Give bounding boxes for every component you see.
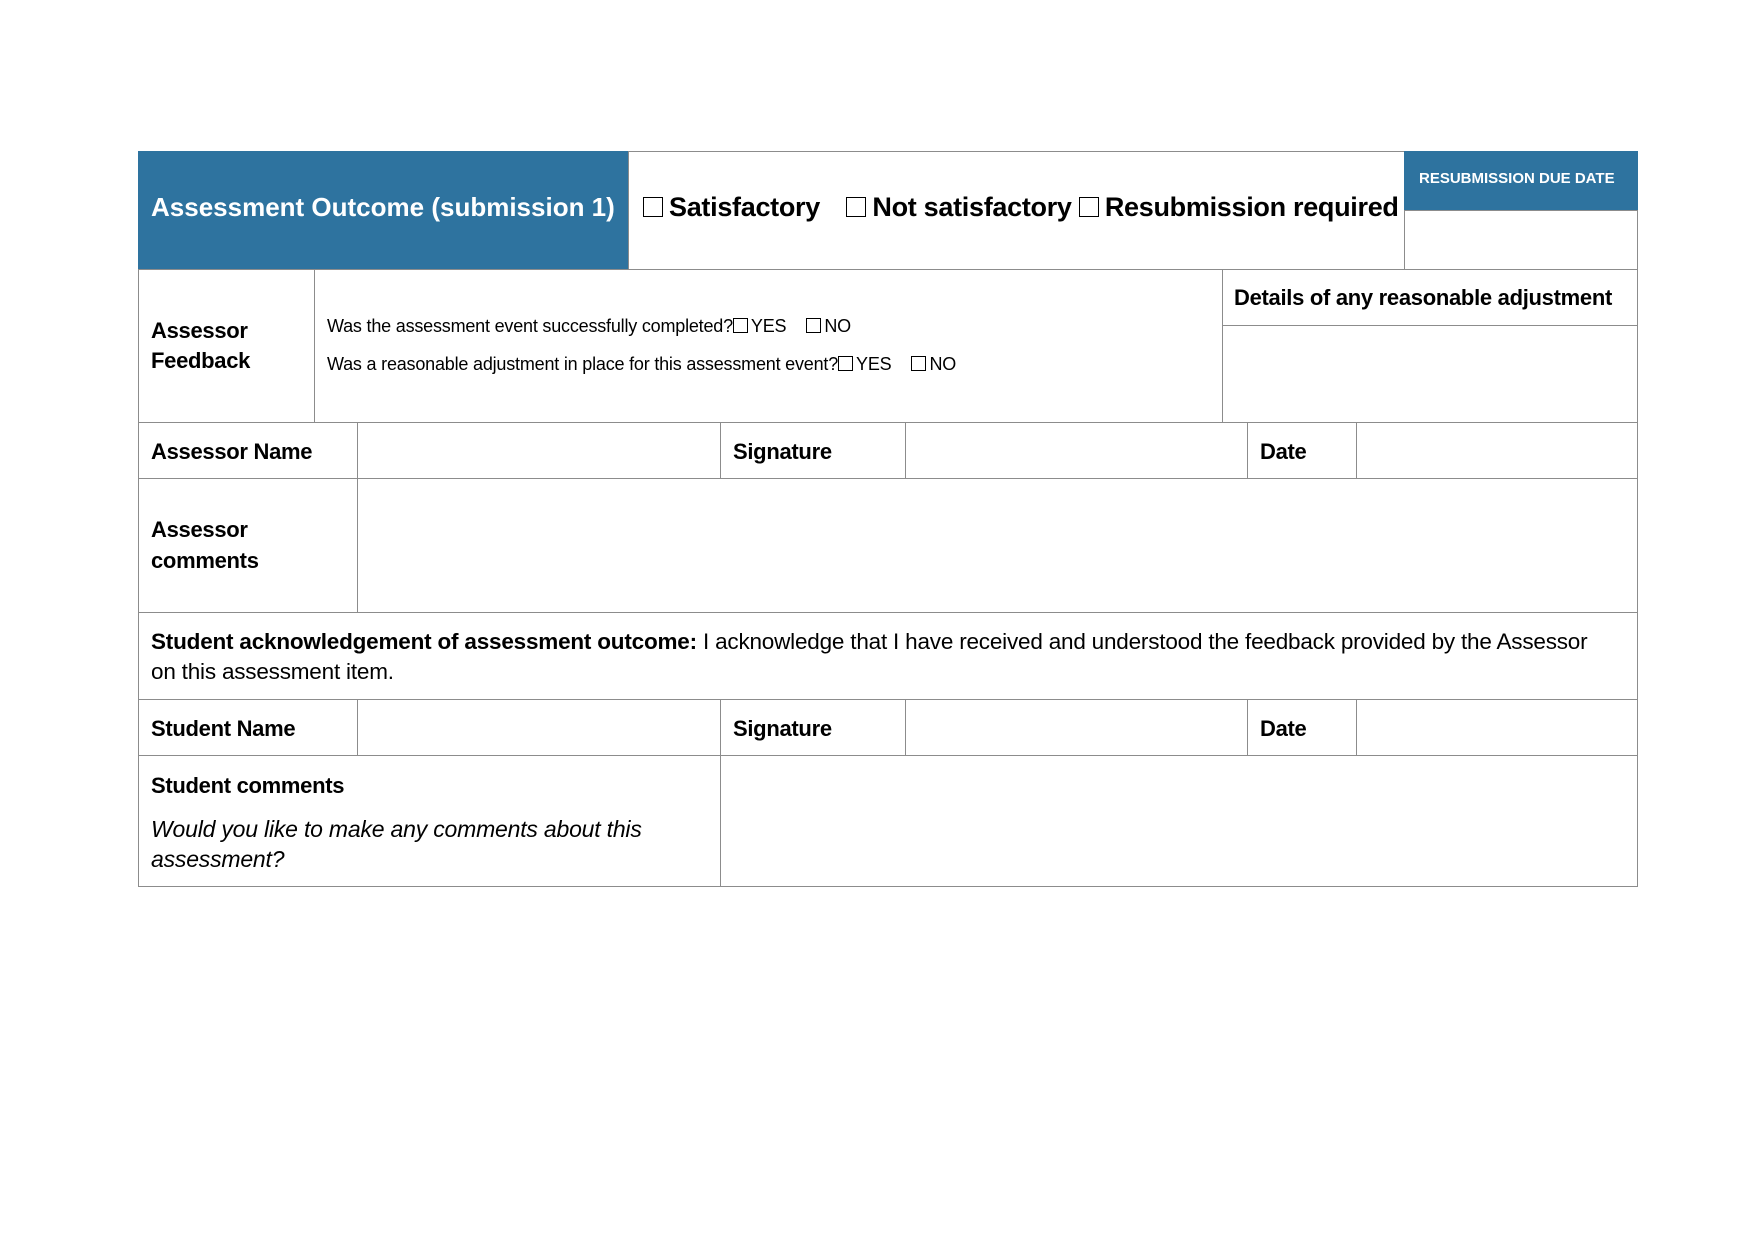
student-name-field[interactable] xyxy=(357,699,721,756)
adjustment-label-cell: Details of any reasonable adjustment xyxy=(1222,269,1638,326)
resubmission-due-date-field[interactable] xyxy=(1404,210,1638,270)
yes-label: YES xyxy=(750,316,787,336)
assessor-date-label: Date xyxy=(1260,439,1307,464)
checkbox-icon[interactable] xyxy=(1078,197,1099,217)
assessor-name-label: Assessor Name xyxy=(151,439,313,464)
option-not-satisfactory[interactable]: Not satisfactory xyxy=(846,192,1072,222)
resubmission-due-header: RESUBMISSION DUE DATE xyxy=(1404,151,1638,211)
assessor-feedback-label-line1: Assessor xyxy=(151,318,248,343)
student-comments-prompt-line2: assessment? xyxy=(151,846,285,872)
acknowledgement-heading: Student acknowledgement of assessment ou… xyxy=(151,629,697,654)
assessor-signature-label: Signature xyxy=(733,439,832,464)
checkbox-icon[interactable] xyxy=(846,197,867,217)
checkbox-icon[interactable] xyxy=(911,356,927,371)
yes-label: YES xyxy=(856,354,892,374)
assessor-name-field[interactable] xyxy=(357,422,721,479)
assessor-name-label-cell: Assessor Name xyxy=(138,422,358,479)
assessor-comments-label-line2: comments xyxy=(151,548,259,573)
question-completed: Was the assessment event successfully co… xyxy=(327,316,851,336)
student-signature-label-cell: Signature xyxy=(720,699,906,756)
checkbox-icon[interactable] xyxy=(732,318,748,333)
student-comments-label: Student comments xyxy=(151,773,345,798)
acknowledgement-text: Student acknowledgement of assessment ou… xyxy=(151,629,1588,654)
assessor-feedback-label-line2: Feedback xyxy=(151,348,251,373)
no-label: NO xyxy=(824,316,851,336)
outcome-options: Satisfactory Not satisfactory Resubmissi… xyxy=(643,192,1399,223)
student-signature-field[interactable] xyxy=(905,699,1248,756)
resubmission-due-label: RESUBMISSION DUE DATE xyxy=(1419,170,1615,187)
no-label: NO xyxy=(929,354,957,374)
student-name-label-cell: Student Name xyxy=(138,699,358,756)
assessor-comments-label-cell: Assessor comments xyxy=(138,478,358,613)
student-date-field[interactable] xyxy=(1356,699,1638,756)
checkbox-icon[interactable] xyxy=(806,318,822,333)
assessor-comments-label-line1: Assessor xyxy=(151,517,248,542)
assessor-feedback-label-cell: Assessor Feedback xyxy=(138,269,315,423)
acknowledgement-cell: Student acknowledgement of assessment ou… xyxy=(138,612,1638,700)
adjustment-label: Details of any reasonable adjustment xyxy=(1234,285,1612,310)
option-satisfactory[interactable]: Satisfactory xyxy=(643,192,820,222)
feedback-questions-cell: Was the assessment event successfully co… xyxy=(314,269,1223,423)
assessor-comments-field[interactable] xyxy=(357,478,1638,613)
student-date-label: Date xyxy=(1260,716,1307,741)
assessor-date-label-cell: Date xyxy=(1247,422,1357,479)
outcome-options-cell: Satisfactory Not satisfactory Resubmissi… xyxy=(628,151,1405,270)
student-signature-label: Signature xyxy=(733,716,832,741)
adjustment-details-field[interactable] xyxy=(1222,325,1638,423)
checkbox-icon[interactable] xyxy=(838,356,854,371)
assessor-date-field[interactable] xyxy=(1356,422,1638,479)
student-comments-label-cell: Student comments Would you like to make … xyxy=(138,755,721,887)
checkbox-icon[interactable] xyxy=(643,197,663,217)
question-adjustment: Was a reasonable adjustment in place for… xyxy=(327,354,957,374)
outcome-title-cell: Assessment Outcome (submission 1) xyxy=(138,151,629,270)
student-date-label-cell: Date xyxy=(1247,699,1357,756)
acknowledgement-text-line2: on this assessment item. xyxy=(151,659,394,684)
student-name-label: Student Name xyxy=(151,716,296,741)
student-comments-field[interactable] xyxy=(720,755,1638,887)
option-resubmission-required[interactable]: Resubmission required xyxy=(1078,192,1399,222)
student-comments-prompt-line1: Would you like to make any comments abou… xyxy=(151,816,642,842)
outcome-title: Assessment Outcome (submission 1) xyxy=(151,192,615,222)
assessor-signature-label-cell: Signature xyxy=(720,422,906,479)
assessor-signature-field[interactable] xyxy=(905,422,1248,479)
